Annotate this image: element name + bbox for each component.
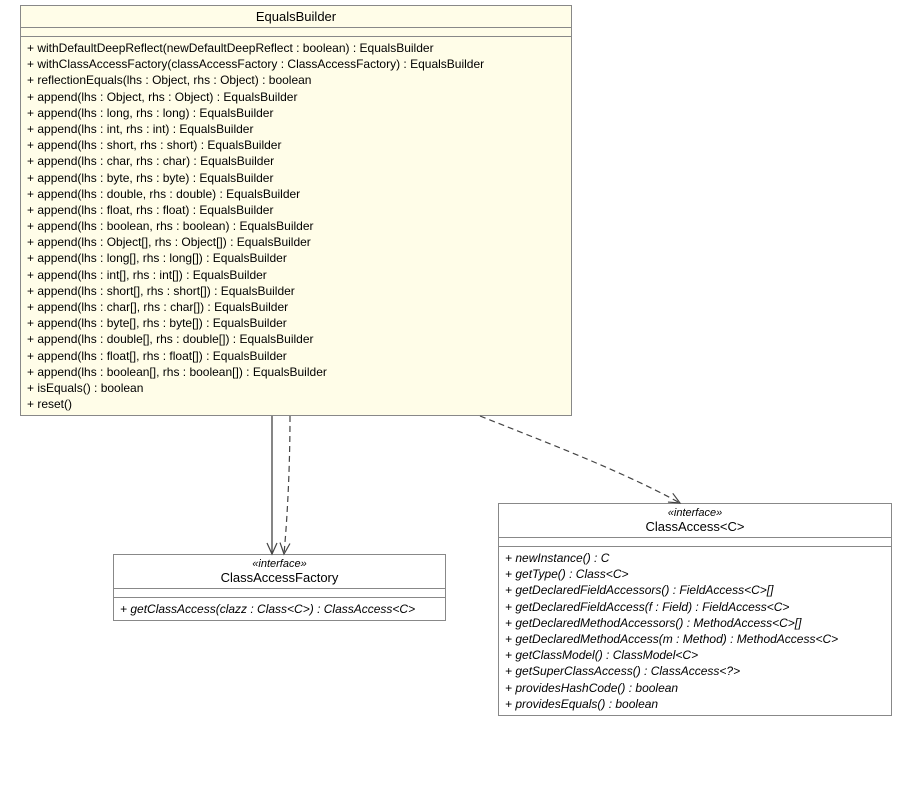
operation: + isEquals() : boolean — [27, 380, 565, 396]
operation: + append(lhs : double, rhs : double) : E… — [27, 186, 565, 202]
operation: + getSuperClassAccess() : ClassAccess<?> — [505, 663, 885, 679]
operation: + append(lhs : long[], rhs : long[]) : E… — [27, 250, 565, 266]
operation: + append(lhs : byte, rhs : byte) : Equal… — [27, 170, 565, 186]
operation: + append(lhs : short, rhs : short) : Equ… — [27, 137, 565, 153]
class-equals-builder: EqualsBuilder + withDefaultDeepReflect(n… — [20, 5, 572, 416]
stereotype: «interface» — [505, 507, 885, 519]
operation: + append(lhs : boolean[], rhs : boolean[… — [27, 364, 565, 380]
operation: + append(lhs : byte[], rhs : byte[]) : E… — [27, 315, 565, 331]
class-class-access-factory: «interface» ClassAccessFactory + getClas… — [113, 554, 446, 621]
operation: + providesHashCode() : boolean — [505, 680, 885, 696]
operation: + append(lhs : short[], rhs : short[]) :… — [27, 283, 565, 299]
class-title: «interface» ClassAccess<C> — [499, 504, 891, 538]
operations-compartment: + getClassAccess(clazz : Class<C>) : Cla… — [114, 598, 445, 620]
operation: + append(lhs : int, rhs : int) : EqualsB… — [27, 121, 565, 137]
operation: + reflectionEquals(lhs : Object, rhs : O… — [27, 72, 565, 88]
operation: + getType() : Class<C> — [505, 566, 885, 582]
operations-compartment: + newInstance() : C+ getType() : Class<C… — [499, 547, 891, 715]
class-name: ClassAccess<C> — [505, 519, 885, 534]
operation: + append(lhs : Object[], rhs : Object[])… — [27, 234, 565, 250]
attributes-compartment — [114, 589, 445, 598]
operation: + getDeclaredFieldAccessors() : FieldAcc… — [505, 582, 885, 598]
operation: + reset() — [27, 396, 565, 412]
attributes-compartment — [21, 28, 571, 37]
operation: + append(lhs : float[], rhs : float[]) :… — [27, 348, 565, 364]
attributes-compartment — [499, 538, 891, 547]
operation: + append(lhs : double[], rhs : double[])… — [27, 331, 565, 347]
operation: + providesEquals() : boolean — [505, 696, 885, 712]
operation: + append(lhs : float, rhs : float) : Equ… — [27, 202, 565, 218]
operation: + newInstance() : C — [505, 550, 885, 566]
operation: + append(lhs : char[], rhs : char[]) : E… — [27, 299, 565, 315]
class-title: «interface» ClassAccessFactory — [114, 555, 445, 589]
operation: + getDeclaredMethodAccess(m : Method) : … — [505, 631, 885, 647]
class-class-access: «interface» ClassAccess<C> + newInstance… — [498, 503, 892, 716]
operation: + append(lhs : Object, rhs : Object) : E… — [27, 89, 565, 105]
operation: + withClassAccessFactory(classAccessFact… — [27, 56, 565, 72]
operation: + getDeclaredMethodAccessors() : MethodA… — [505, 615, 885, 631]
class-name: ClassAccessFactory — [120, 570, 439, 585]
operation: + getClassAccess(clazz : Class<C>) : Cla… — [120, 601, 439, 617]
operation: + append(lhs : int[], rhs : int[]) : Equ… — [27, 267, 565, 283]
operation: + withDefaultDeepReflect(newDefaultDeepR… — [27, 40, 565, 56]
operation: + getDeclaredFieldAccess(f : Field) : Fi… — [505, 599, 885, 615]
class-title: EqualsBuilder — [21, 6, 571, 28]
operations-compartment: + withDefaultDeepReflect(newDefaultDeepR… — [21, 37, 571, 415]
dep-eb-ca — [480, 416, 680, 503]
operation: + append(lhs : char, rhs : char) : Equal… — [27, 153, 565, 169]
class-name: EqualsBuilder — [27, 9, 565, 24]
dep-eb-caf — [284, 416, 290, 554]
stereotype: «interface» — [120, 558, 439, 570]
operation: + getClassModel() : ClassModel<C> — [505, 647, 885, 663]
operation: + append(lhs : long, rhs : long) : Equal… — [27, 105, 565, 121]
operation: + append(lhs : boolean, rhs : boolean) :… — [27, 218, 565, 234]
